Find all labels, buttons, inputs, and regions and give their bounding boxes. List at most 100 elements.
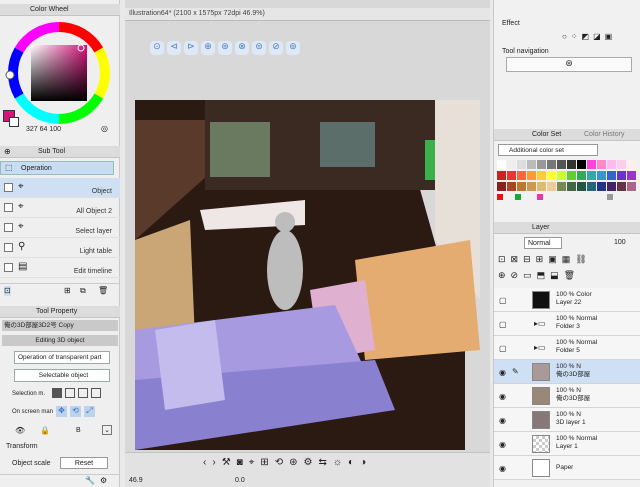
delete-icon[interactable]: 🗑 xyxy=(98,286,108,296)
visibility-box[interactable]: ▢ xyxy=(499,320,507,329)
grid-icon[interactable]: ⊞ xyxy=(260,457,268,468)
camera-icon[interactable]: ⊚ xyxy=(286,41,300,55)
effect-color-icon[interactable]: ▣ xyxy=(605,32,613,41)
sub-tool-item[interactable]: ⌖ Object xyxy=(0,178,120,198)
new-vector-icon[interactable]: ⊘ xyxy=(511,270,519,281)
lock-icon[interactable]: 🔒 xyxy=(40,426,50,436)
sub-tool-item[interactable]: ⌖ Select layer xyxy=(0,218,120,238)
tab-color-set[interactable]: Color Set xyxy=(532,129,561,141)
copy-icon[interactable]: ⧉ xyxy=(80,286,86,296)
visibility-box[interactable]: ▢ xyxy=(499,344,507,353)
transparent-operation-select[interactable]: Operation of transparent part xyxy=(14,351,110,364)
delete-icon[interactable]: 🗑 xyxy=(564,270,575,281)
mask-add-icon[interactable]: ⬓ xyxy=(550,270,559,281)
sub-tool-item[interactable]: ⚲ Light table xyxy=(0,238,120,258)
zoom-icon[interactable]: ⊛ xyxy=(289,457,297,468)
effect-mono-icon[interactable]: ◩ xyxy=(582,32,590,41)
tool-navigation-button[interactable]: ⊛ xyxy=(506,57,632,72)
color-wheel[interactable] xyxy=(4,18,116,128)
color-set-select[interactable]: Additional color set xyxy=(498,144,598,156)
rotation-value[interactable]: 0.0 xyxy=(235,477,245,484)
settings-icon[interactable]: ⚙ xyxy=(304,457,313,468)
camera-icon[interactable]: ⊘ xyxy=(269,41,283,55)
new-layer-icon[interactable]: ⊕ xyxy=(498,270,506,281)
tab-color-history[interactable]: Color History xyxy=(584,129,624,141)
zoom-value[interactable]: 46.9 xyxy=(129,477,143,484)
move-icon[interactable]: ✥ xyxy=(56,406,67,417)
ruler-icon[interactable]: ▦ xyxy=(562,254,571,265)
eye-icon[interactable]: ◉ xyxy=(499,392,506,401)
eye-icon[interactable]: ◉ xyxy=(499,440,506,449)
flip-icon[interactable]: ⇆ xyxy=(318,457,326,468)
opacity-value[interactable]: 100 xyxy=(614,239,626,246)
checkbox[interactable] xyxy=(4,183,13,192)
layer-row[interactable]: ◉ 100 % N 俺の3D部屋 xyxy=(494,384,640,408)
lock-alpha-icon[interactable]: ⊞ xyxy=(536,254,544,265)
effect-gray-icon[interactable]: ◪ xyxy=(593,32,601,41)
light-icon[interactable]: ☼ xyxy=(333,457,342,468)
eye-icon[interactable]: ◉ xyxy=(499,368,506,377)
reset-button[interactable]: Reset xyxy=(60,457,108,469)
visibility-icon[interactable]: 👁 xyxy=(15,426,25,436)
layer-row[interactable]: ▢ 100 % Color Layer 22 xyxy=(494,288,640,312)
checkbox[interactable] xyxy=(4,203,13,212)
camera-icon[interactable]: ⊗ xyxy=(235,41,249,55)
history-icon[interactable]: ⟲ xyxy=(275,457,283,468)
effect-none-icon[interactable]: ○ xyxy=(562,32,567,41)
camera-icon[interactable]: ◙ xyxy=(237,457,243,468)
checkbox[interactable] xyxy=(4,223,13,232)
layer-row[interactable]: ◉ Paper xyxy=(494,456,640,480)
scale-icon[interactable]: ⤢ xyxy=(84,406,95,417)
mode-button[interactable] xyxy=(91,388,101,398)
camera-icon[interactable]: ⊛ xyxy=(218,41,232,55)
canvas-tab[interactable]: Illustration64* (2100 x 1575px 72dpi 46.… xyxy=(129,10,265,17)
camera-icon[interactable]: ⊕ xyxy=(201,41,215,55)
new-folder-icon[interactable]: ▭ xyxy=(523,270,532,281)
mode-button[interactable] xyxy=(78,388,88,398)
sub-color-swatch[interactable] xyxy=(9,117,19,127)
lock-icon[interactable]: ⊟ xyxy=(523,254,531,265)
camera-icon[interactable]: ⊜ xyxy=(252,41,266,55)
3d-room-scene[interactable] xyxy=(135,100,480,450)
eye-icon[interactable]: ◉ xyxy=(499,416,506,425)
checkbox[interactable] xyxy=(4,263,13,272)
rotate-icon[interactable]: ⟲ xyxy=(70,406,81,417)
reference-icon[interactable]: ⊠ xyxy=(511,254,519,265)
effect-tone-icon[interactable]: ⁘ xyxy=(571,32,578,41)
back-icon[interactable]: ‹ xyxy=(203,457,206,468)
layer-row[interactable]: ◉ 100 % N 3D layer 1 xyxy=(494,408,640,432)
sub-tool-item[interactable]: ▤ Edit timeline xyxy=(0,258,120,278)
camera-icon[interactable]: ⊲ xyxy=(167,41,181,55)
checkbox[interactable] xyxy=(4,243,13,252)
sub-tool-item[interactable]: ⌖ All Object 2 xyxy=(0,198,120,218)
mode-button[interactable] xyxy=(52,388,62,398)
camera-icon[interactable]: ⊳ xyxy=(184,41,198,55)
sub-tool-group-operation[interactable]: ⬚ Operation xyxy=(0,161,114,175)
color-mode-icon[interactable]: ◎ xyxy=(101,124,108,134)
object-icon[interactable]: ◑ xyxy=(360,457,366,468)
add-icon[interactable]: ⊞ xyxy=(64,286,71,296)
tool-settings-icon[interactable]: ⊡ xyxy=(4,286,11,296)
selectable-object-select[interactable]: Selectable object xyxy=(14,369,110,382)
transform-icon[interactable]: ⌖ xyxy=(249,457,255,468)
clip-icon[interactable]: ⊡ xyxy=(498,254,506,265)
mode-button[interactable] xyxy=(65,388,75,398)
wrench-icon[interactable]: ⚒ xyxy=(222,457,231,468)
blend-mode-select[interactable]: Normal xyxy=(524,237,562,249)
eye-icon[interactable]: ◉ xyxy=(499,464,506,473)
color-swatches[interactable] xyxy=(497,160,639,204)
material-icon[interactable]: ◐ xyxy=(348,457,354,468)
forward-icon[interactable]: › xyxy=(212,457,215,468)
layer-row[interactable]: ◉ 100 % Normal Layer 1 xyxy=(494,432,640,456)
camera-icon[interactable]: ⊙ xyxy=(150,41,164,55)
layer-row[interactable]: ▢ ▸▭ 100 % Normal Folder 5 xyxy=(494,336,640,360)
visibility-box[interactable]: ▢ xyxy=(499,296,507,305)
merge-icon[interactable]: ⬒ xyxy=(537,270,546,281)
layer-row[interactable]: ◉ ✎ 100 % N 俺の3D部屋 xyxy=(494,360,640,384)
link-icon[interactable]: ⛓ xyxy=(575,254,586,265)
wrench-icon[interactable]: 🔧 xyxy=(85,476,95,486)
mask-icon[interactable]: ▣ xyxy=(548,254,557,265)
layer-row[interactable]: ▢ ▸▭ 100 % Normal Folder 3 xyxy=(494,312,640,336)
dropdown-button[interactable]: ⌄ xyxy=(102,425,112,435)
settings-icon[interactable]: ⚙ xyxy=(100,476,107,486)
